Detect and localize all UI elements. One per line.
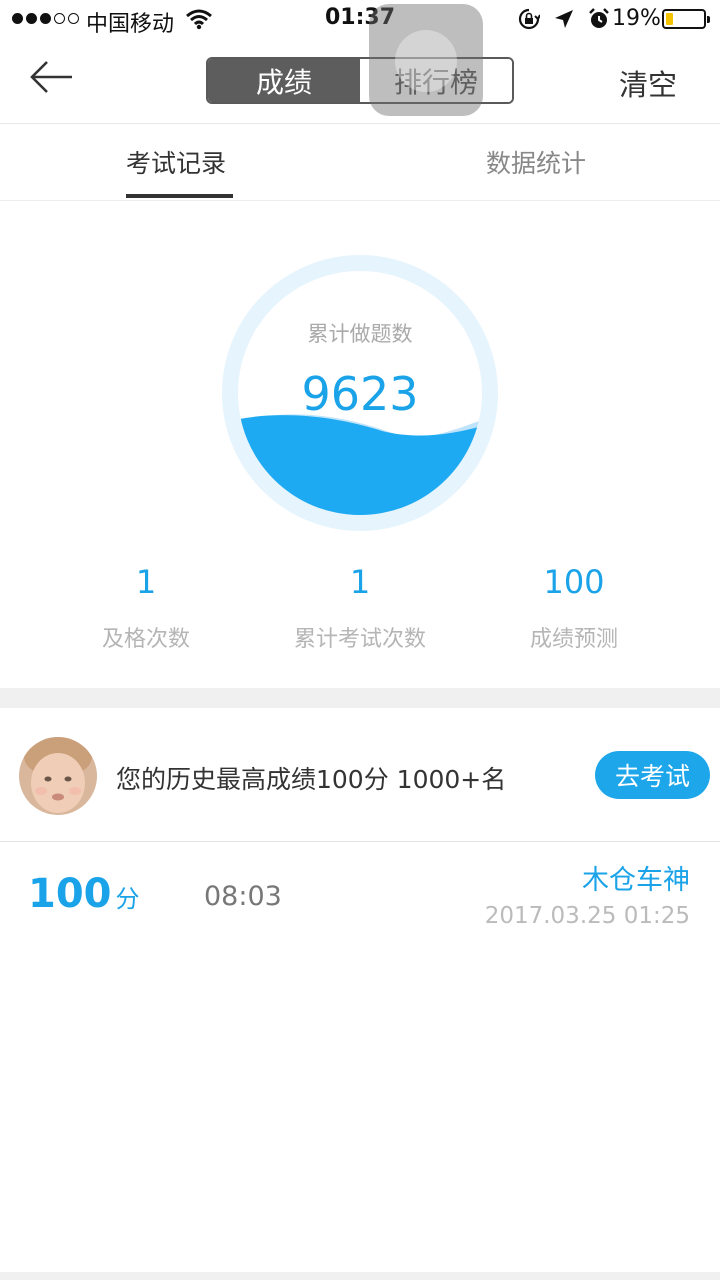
pass-count-value: 1	[135, 563, 157, 601]
record-score: 100 分	[28, 871, 140, 917]
alarm-clock-icon	[588, 8, 610, 34]
record-score-unit: 分	[115, 885, 140, 913]
tab-bar: 考试记录 数据统计	[0, 124, 720, 201]
gauge-label: 累计做题数	[307, 322, 413, 346]
bottom-divider	[0, 1272, 720, 1280]
location-arrow-icon	[554, 9, 574, 33]
section-divider	[0, 688, 720, 708]
gauge-value: 9623	[301, 367, 419, 421]
rotation-lock-icon	[518, 8, 541, 34]
pass-count-label: 及格次数	[101, 627, 190, 652]
record-duration: 08:03	[204, 881, 282, 912]
segment-score[interactable]: 成绩	[208, 59, 360, 102]
assistive-touch-button[interactable]	[369, 4, 483, 116]
best-score-text: 您的历史最高成绩100分 1000+名	[116, 765, 507, 794]
status-bar: 中国移动 01:37 19%	[0, 0, 720, 40]
avatar[interactable]	[19, 737, 97, 815]
clear-button[interactable]: 清空	[619, 62, 677, 104]
nav-bar: 成绩 排行榜 清空	[0, 40, 720, 124]
record-rank-title: 木仓车神	[582, 865, 690, 896]
score-prediction-value: 100	[543, 563, 605, 601]
record-datetime: 2017.03.25 01:25	[484, 903, 690, 929]
exam-count-label: 累计考试次数	[293, 627, 426, 652]
battery-level	[666, 13, 673, 25]
exam-count-value: 1	[349, 563, 371, 601]
record-score-value: 100	[28, 871, 112, 917]
tab-data-statistics[interactable]: 数据统计	[486, 144, 586, 180]
score-prediction-label: 成绩预测	[529, 627, 618, 652]
exam-record-row[interactable]: 100 分 08:03 木仓车神 2017.03.25 01:25	[0, 843, 720, 953]
tab-exam-records[interactable]: 考试记录	[126, 144, 226, 180]
active-tab-indicator	[126, 194, 233, 198]
go-exam-button[interactable]: 去考试	[595, 751, 710, 799]
battery-icon	[662, 9, 710, 29]
back-arrow-icon[interactable]	[30, 60, 74, 98]
battery-percent: 19%	[612, 6, 661, 31]
best-score-row: 您的历史最高成绩100分 1000+名 去考试	[0, 708, 720, 842]
